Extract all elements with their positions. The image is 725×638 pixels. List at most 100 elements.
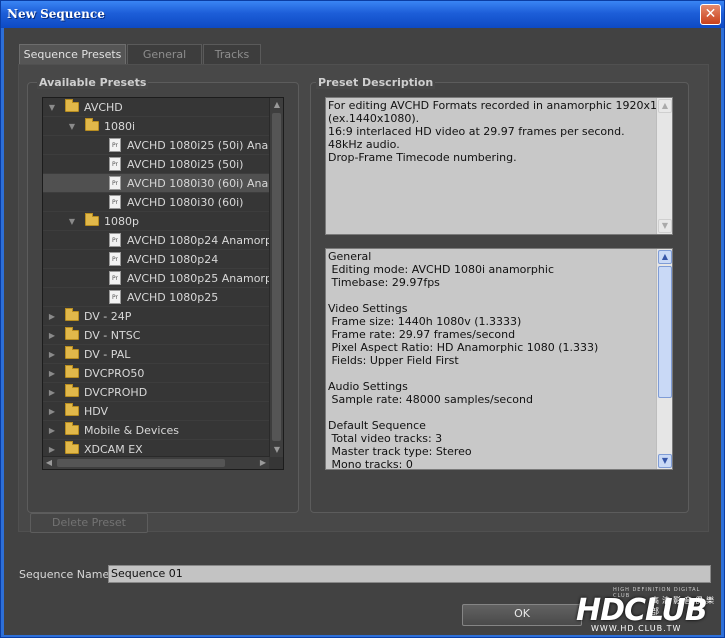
tree-preset-row[interactable]: Pr AVCHD 1080p24 Anamorphic	[43, 231, 269, 250]
folder-icon	[65, 441, 79, 454]
tree-folder-row[interactable]: ▼ 1080i	[43, 117, 269, 136]
tree-item-label: DV - PAL	[84, 348, 131, 361]
tree-vertical-scroll-thumb[interactable]	[272, 113, 281, 441]
delete-preset-button[interactable]: Delete Preset	[30, 513, 148, 533]
collapsed-arrow-icon[interactable]: ▶	[47, 364, 57, 382]
tree-folder-row[interactable]: ▶ HDV	[43, 402, 269, 421]
tree-item-label: AVCHD 1080p24 Anamorphic	[127, 234, 269, 247]
sequence-name-input[interactable]: Sequence 01	[108, 565, 711, 583]
watermark-url: WWW.HD.CLUB.TW	[591, 624, 682, 633]
premiere-preset-icon: Pr	[109, 271, 121, 285]
premiere-preset-icon: Pr	[109, 138, 121, 152]
expanded-arrow-icon[interactable]: ▼	[67, 212, 77, 230]
tree-item-label: AVCHD 1080p24	[127, 253, 219, 266]
premiere-preset-icon: Pr	[109, 195, 121, 209]
folder-icon	[65, 365, 79, 378]
ok-button[interactable]: OK	[462, 604, 582, 626]
tree-folder-row[interactable]: ▶ DVCPROHD	[43, 383, 269, 402]
collapsed-arrow-icon[interactable]: ▶	[47, 345, 57, 363]
preset-tree[interactable]: ▼ AVCHD ▼ 1080i Pr AVCHD 1080i25 (50i) Anamor…	[42, 97, 284, 470]
folder-icon	[65, 99, 79, 112]
preset-details-text: General Editing mode: AVCHD 1080i anamor…	[328, 250, 599, 470]
close-button[interactable]: ✕	[700, 4, 721, 25]
tree-horizontal-scrollbar[interactable]: ◀ ▶	[43, 456, 269, 469]
tree-folder-row[interactable]: ▶ DV - 24P	[43, 307, 269, 326]
tree-item-label: AVCHD 1080p25 Anamorphic	[127, 272, 269, 285]
tab-sequence-presets[interactable]: Sequence Presets	[19, 44, 126, 65]
collapsed-arrow-icon[interactable]: ▶	[47, 402, 57, 420]
tree-item-label: HDV	[84, 405, 109, 418]
summary-scroll-down-icon[interactable]: ▼	[658, 219, 672, 233]
title-bar[interactable]: New Sequence ✕	[1, 1, 724, 28]
sequence-name-label: Sequence Name:	[19, 568, 113, 581]
tree-item-label: DV - 24P	[84, 310, 132, 323]
tree-preset-row[interactable]: Pr AVCHD 1080i25 (50i) Anamorphic	[43, 136, 269, 155]
details-scrollbar[interactable]: ▲ ▼	[656, 249, 672, 469]
new-sequence-dialog: New Sequence ✕ Sequence Presets General …	[0, 0, 725, 638]
folder-icon	[65, 308, 79, 321]
folder-icon	[85, 118, 99, 131]
collapsed-arrow-icon[interactable]: ▶	[47, 326, 57, 344]
premiere-preset-icon: Pr	[109, 290, 121, 304]
tree-item-label: Mobile & Devices	[84, 424, 180, 437]
expanded-arrow-icon[interactable]: ▼	[67, 117, 77, 135]
collapsed-arrow-icon[interactable]: ▶	[47, 307, 57, 325]
preset-details-box: General Editing mode: AVCHD 1080i anamor…	[325, 248, 673, 470]
tree-folder-row[interactable]: ▶ DVCPRO50	[43, 364, 269, 383]
scroll-up-arrow-icon[interactable]: ▲	[271, 99, 283, 111]
window-title: New Sequence	[7, 7, 105, 21]
tree-folder-row[interactable]: ▼ 1080p	[43, 212, 269, 231]
tree-preset-row[interactable]: Pr AVCHD 1080i25 (50i)	[43, 155, 269, 174]
tree-item-label: 1080i	[104, 120, 136, 133]
tree-item-label: AVCHD 1080i30 (60i) Anamorphic	[127, 177, 269, 190]
preset-summary-text: For editing AVCHD Formats recorded in an…	[328, 99, 673, 164]
details-scroll-down-icon[interactable]: ▼	[658, 454, 672, 468]
tab-general[interactable]: General	[127, 44, 202, 64]
tree-folder-row[interactable]: ▶ DV - NTSC	[43, 326, 269, 345]
folder-icon	[65, 422, 79, 435]
tree-preset-row[interactable]: Pr AVCHD 1080p25 Anamorphic	[43, 269, 269, 288]
tree-item-label: AVCHD 1080i25 (50i) Anamorphic	[127, 139, 269, 152]
collapsed-arrow-icon[interactable]: ▶	[47, 421, 57, 439]
tree-preset-row[interactable]: Pr AVCHD 1080i30 (60i)	[43, 193, 269, 212]
tree-folder-row[interactable]: ▼ AVCHD	[43, 98, 269, 117]
folder-icon	[65, 384, 79, 397]
tree-preset-row[interactable]: Pr AVCHD 1080p25	[43, 288, 269, 307]
tree-item-label: AVCHD 1080p25	[127, 291, 219, 304]
details-scroll-thumb[interactable]	[658, 266, 672, 398]
tab-tracks[interactable]: Tracks	[203, 44, 261, 64]
tree-preset-row[interactable]: Pr AVCHD 1080i30 (60i) Anamorphic	[43, 174, 269, 193]
preset-description-title: Preset Description	[316, 76, 436, 89]
tree-folder-row[interactable]: ▶ DV - PAL	[43, 345, 269, 364]
tree-item-label: AVCHD	[84, 101, 123, 114]
premiere-preset-icon: Pr	[109, 233, 121, 247]
collapsed-arrow-icon[interactable]: ▶	[47, 383, 57, 401]
tree-item-label: 1080p	[104, 215, 139, 228]
tree-vertical-scrollbar[interactable]: ▲ ▼	[269, 98, 283, 457]
scroll-right-arrow-icon[interactable]: ▶	[257, 457, 269, 469]
hdclub-watermark: HIGH DEFINITION DIGITAL CLUB HDCLUB 高清影音…	[573, 585, 720, 637]
folder-icon	[65, 346, 79, 359]
tree-folder-row[interactable]: ▶ Mobile & Devices	[43, 421, 269, 440]
tree-item-label: AVCHD 1080i30 (60i)	[127, 196, 244, 209]
folder-icon	[85, 213, 99, 226]
tree-preset-row[interactable]: Pr AVCHD 1080p24	[43, 250, 269, 269]
premiere-preset-icon: Pr	[109, 176, 121, 190]
folder-icon	[65, 403, 79, 416]
preset-summary-box: For editing AVCHD Formats recorded in an…	[325, 97, 673, 235]
tree-item-label: DV - NTSC	[84, 329, 141, 342]
scroll-down-arrow-icon[interactable]: ▼	[271, 444, 283, 456]
scroll-left-arrow-icon[interactable]: ◀	[43, 457, 55, 469]
available-presets-title: Available Presets	[37, 76, 149, 89]
tree-horizontal-scroll-thumb[interactable]	[57, 459, 225, 467]
details-scroll-up-icon[interactable]: ▲	[658, 250, 672, 264]
folder-icon	[65, 327, 79, 340]
summary-scroll-up-icon[interactable]: ▲	[658, 99, 672, 113]
watermark-chinese: 高清影音俱樂部	[651, 596, 717, 616]
tree-item-label: DVCPROHD	[84, 386, 148, 399]
summary-scrollbar[interactable]: ▲ ▼	[656, 98, 672, 234]
premiere-preset-icon: Pr	[109, 252, 121, 266]
premiere-preset-icon: Pr	[109, 157, 121, 171]
expanded-arrow-icon[interactable]: ▼	[47, 98, 57, 116]
tree-item-label: DVCPRO50	[84, 367, 145, 380]
